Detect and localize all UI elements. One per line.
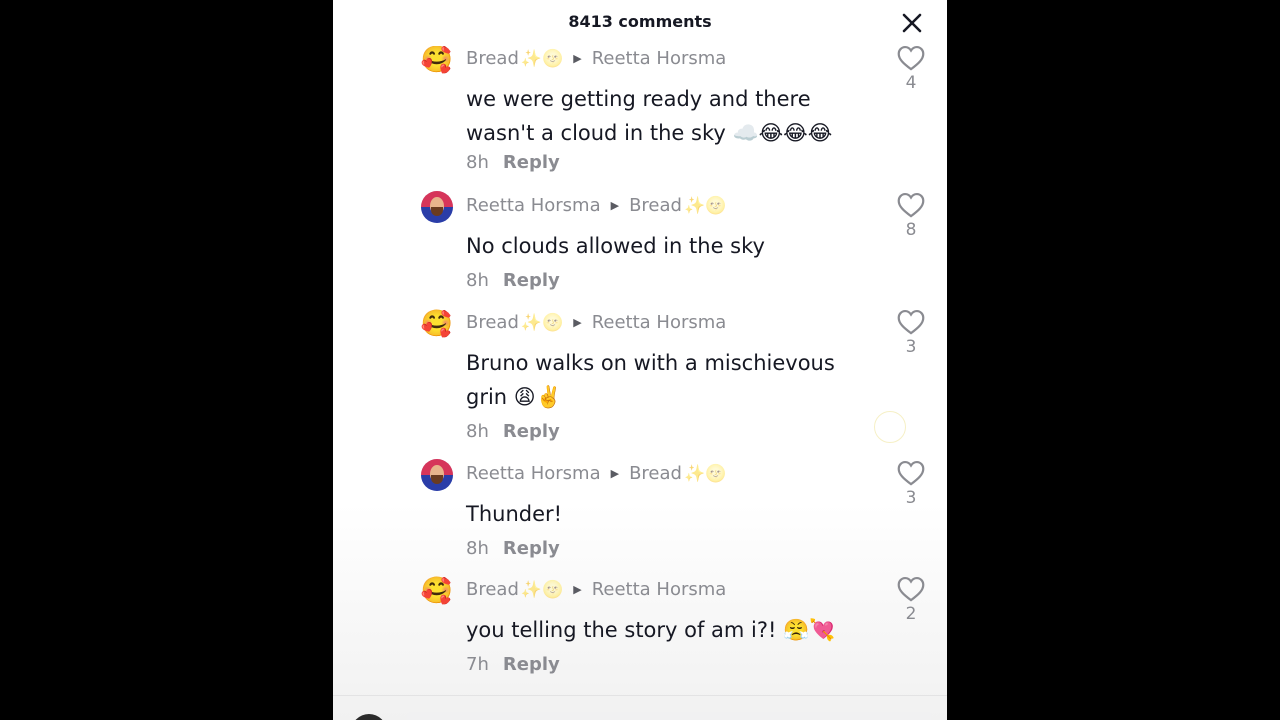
current-user-avatar <box>351 714 387 720</box>
close-icon <box>902 13 922 33</box>
reply-arrow-icon: ▶ <box>573 52 582 65</box>
divider <box>333 695 947 696</box>
comment-footer: 8h Reply <box>466 421 560 442</box>
author-decoration: ✨🌝 <box>520 313 564 333</box>
comment-meta: Bread ✨🌝 ▶ Reetta Horsma <box>466 48 726 72</box>
like-button[interactable]: 2 <box>896 575 926 624</box>
comment-text: Thunder! <box>466 502 563 526</box>
author-name[interactable]: Bread <box>466 48 519 69</box>
close-button[interactable] <box>901 12 923 34</box>
like-button[interactable]: 8 <box>896 191 926 240</box>
comment-text: No clouds allowed in the sky <box>466 234 765 258</box>
user-avatar[interactable]: 🥰 <box>421 308 453 340</box>
like-count: 8 <box>905 220 917 240</box>
author-name[interactable]: Reetta Horsma <box>466 463 601 484</box>
comment-text: you telling the story of am i?! 😤💘 <box>466 618 836 642</box>
avatar-emoji: 🥰 <box>421 309 453 339</box>
like-button[interactable]: 4 <box>896 44 926 93</box>
reply-arrow-icon: ▶ <box>610 467 620 480</box>
comment-meta: Reetta Horsma ▶ Bread ✨🌝 <box>466 195 726 219</box>
comment-time: 8h <box>466 538 489 559</box>
heart-icon <box>897 460 925 486</box>
comment-item: Reetta Horsma ▶ Bread ✨🌝 No clouds allowed … <box>333 191 947 307</box>
like-count: 2 <box>905 604 917 624</box>
comment-time: 8h <box>466 152 489 173</box>
reply-to-decoration: ✨🌝 <box>683 196 727 216</box>
reply-button[interactable]: Reply <box>503 654 560 675</box>
reply-arrow-icon: ▶ <box>610 199 620 212</box>
reply-button[interactable]: Reply <box>503 270 560 291</box>
author-decoration: ✨🌝 <box>520 49 564 69</box>
reply-to-name[interactable]: Reetta Horsma <box>592 48 727 69</box>
comment-time: 7h <box>466 654 489 675</box>
reply-to-decoration: ✨🌝 <box>683 464 727 484</box>
user-avatar[interactable] <box>421 459 453 491</box>
comment-meta: Bread ✨🌝 ▶ Reetta Horsma <box>466 579 726 603</box>
heart-icon <box>897 45 925 71</box>
comment-meta: Reetta Horsma ▶ Bread ✨🌝 <box>466 463 726 487</box>
reply-button[interactable]: Reply <box>503 538 560 559</box>
author-decoration: ✨🌝 <box>520 580 564 600</box>
comment-footer: 8h Reply <box>466 538 560 559</box>
reply-to-name[interactable]: Reetta Horsma <box>592 312 727 333</box>
like-count: 4 <box>905 73 917 93</box>
reply-arrow-icon: ▶ <box>573 316 582 329</box>
like-count: 3 <box>905 337 917 357</box>
heart-icon <box>897 576 925 602</box>
heart-icon <box>897 309 925 335</box>
comments-header: 8413 comments <box>333 0 947 46</box>
comment-footer: 7h Reply <box>466 654 560 675</box>
reply-button[interactable]: Reply <box>503 421 560 442</box>
user-avatar[interactable] <box>421 191 453 223</box>
user-avatar[interactable]: 🥰 <box>421 44 453 76</box>
touch-indicator <box>874 411 906 443</box>
reply-to-name[interactable]: Reetta Horsma <box>592 579 727 600</box>
author-name[interactable]: Bread <box>466 312 519 333</box>
reply-arrow-icon: ▶ <box>573 583 582 596</box>
comment-text: Bruno walks on with a mischievous grin 😩… <box>466 351 835 409</box>
author-name[interactable]: Bread <box>466 579 519 600</box>
comment-footer: 8h Reply <box>466 152 560 173</box>
reply-button[interactable]: Reply <box>503 152 560 173</box>
comment-item: 🥰 Bread ✨🌝 ▶ Reetta Horsma you telling the … <box>333 575 947 691</box>
user-avatar[interactable]: 🥰 <box>421 575 453 607</box>
comment-time: 8h <box>466 270 489 291</box>
comment-item: Reetta Horsma ▶ Bread ✨🌝 Thunder! 8h Reply 3 <box>333 459 947 575</box>
author-name[interactable]: Reetta Horsma <box>466 195 601 216</box>
comments-panel: 🥰 Bread ✨🌝 ▶ Reetta Horsma we were getting … <box>333 0 947 720</box>
comment-item: 🥰 Bread ✨🌝 ▶ Reetta Horsma Bruno walks on w… <box>333 308 947 442</box>
comment-text: we were getting ready and there wasn't a… <box>466 87 833 145</box>
like-button[interactable]: 3 <box>896 459 926 508</box>
comments-count-title: 8413 comments <box>568 12 712 31</box>
like-count: 3 <box>905 488 917 508</box>
heart-icon <box>897 192 925 218</box>
comment-footer: 8h Reply <box>466 270 560 291</box>
comment-time: 8h <box>466 421 489 442</box>
avatar-emoji: 🥰 <box>421 45 453 75</box>
like-button[interactable]: 3 <box>896 308 926 357</box>
reply-to-name[interactable]: Bread <box>629 195 682 216</box>
comment-list[interactable]: 🥰 Bread ✨🌝 ▶ Reetta Horsma we were getting … <box>333 0 947 700</box>
reply-to-name[interactable]: Bread <box>629 463 682 484</box>
comment-item: 🥰 Bread ✨🌝 ▶ Reetta Horsma we were getting … <box>333 44 947 173</box>
comment-meta: Bread ✨🌝 ▶ Reetta Horsma <box>466 312 726 336</box>
avatar-emoji: 🥰 <box>421 576 453 606</box>
comment-input[interactable] <box>407 712 931 720</box>
